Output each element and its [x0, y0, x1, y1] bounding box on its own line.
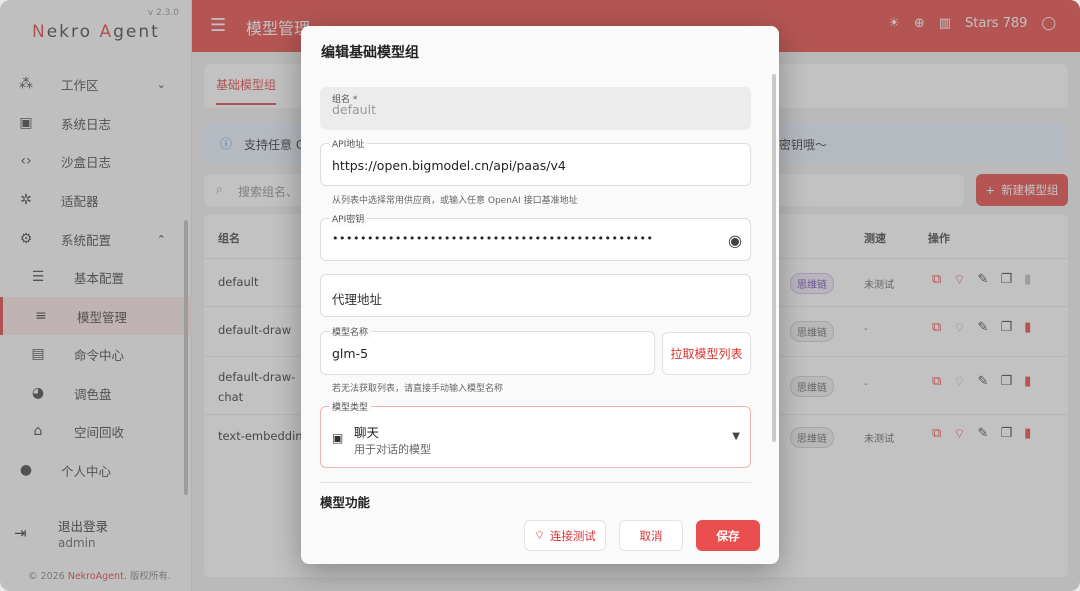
model-type-select[interactable]: 模型类型 ▣ 聊天 用于对话的模型 ▼: [320, 400, 751, 468]
app-window: v 2.3.0 Nekro Agent ⁂ 工作区 ⌄ ▣ 系统日志 ‹› 沙盒…: [0, 0, 1080, 591]
api-url-value: https://open.bigmodel.cn/api/paas/v4: [332, 158, 566, 173]
model-type-value: 聊天: [354, 425, 380, 440]
section-divider: [320, 482, 751, 483]
save-button[interactable]: 保存: [696, 520, 760, 551]
model-features-heading: 模型功能: [320, 495, 371, 510]
connection-test-button[interactable]: ⌔ 连接测试: [524, 520, 606, 551]
api-key-label: API密钥: [329, 212, 368, 225]
api-key-field[interactable]: API密钥 ••••••••••••••••••••••••••••••••••…: [320, 212, 751, 261]
model-name-helper: 若无法获取列表，请直接手动输入模型名称: [332, 384, 504, 394]
api-key-value: ••••••••••••••••••••••••••••••••••••••••…: [332, 232, 654, 245]
api-url-helper: 从列表中选择常用供应商，或输入任意 OpenAI 接口基准地址: [332, 196, 578, 206]
model-name-field[interactable]: 模型名称 glm-5: [320, 325, 655, 375]
proxy-address-field[interactable]: 代理地址: [320, 274, 751, 317]
chat-icon: ▣: [332, 431, 344, 445]
cancel-button[interactable]: 取消: [619, 520, 683, 551]
proxy-placeholder: 代理地址: [332, 292, 383, 307]
model-name-label: 模型名称: [329, 325, 372, 338]
model-type-description: 用于对话的模型: [354, 443, 431, 456]
dialog-scrollbar[interactable]: [772, 74, 776, 442]
visibility-icon[interactable]: ◉: [728, 231, 742, 250]
dropdown-arrow-icon: ▼: [732, 431, 740, 442]
api-url-field[interactable]: API地址 https://open.bigmodel.cn/api/paas/…: [320, 137, 751, 186]
group-name-field: 组名 * default: [320, 87, 751, 130]
group-name-value: default: [332, 102, 376, 117]
api-url-label: API地址: [329, 137, 368, 150]
dialog-title: 编辑基础模型组: [321, 45, 419, 61]
model-type-label: 模型类型: [329, 400, 372, 413]
edit-model-group-dialog: 编辑基础模型组 组名 * default API地址 https://open.…: [301, 26, 779, 564]
pull-model-list-button[interactable]: 拉取模型列表: [662, 332, 751, 375]
model-name-value: glm-5: [332, 346, 369, 361]
wifi-icon: ⌔: [534, 528, 545, 542]
